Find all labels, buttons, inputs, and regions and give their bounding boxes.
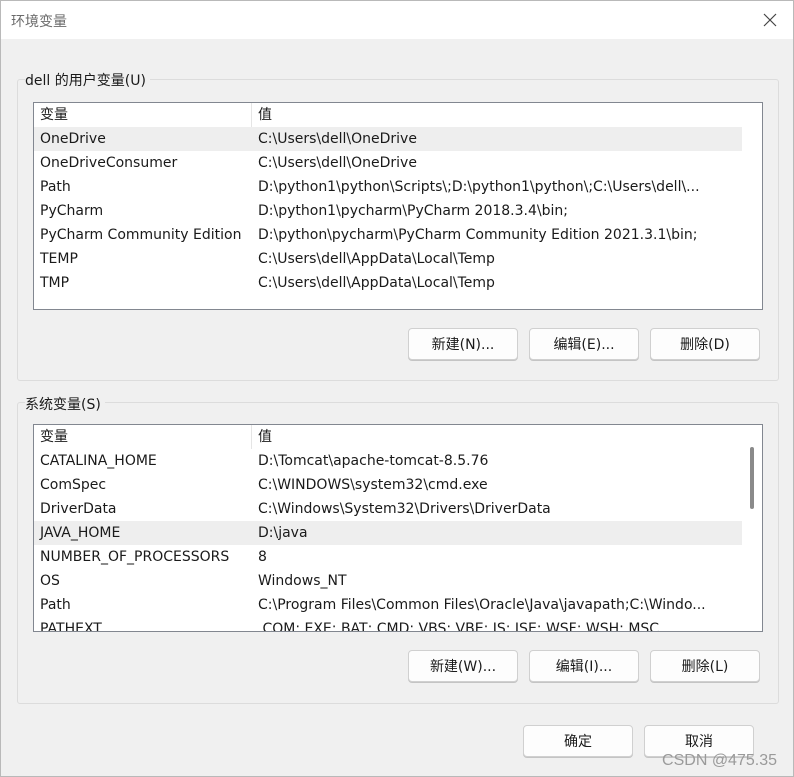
list-item[interactable]: TMP C:\Users\dell\AppData\Local\Temp <box>34 271 742 295</box>
user-variables-list[interactable]: 变量 值 OneDrive C:\Users\dell\OneDrive OneDr… <box>33 102 763 310</box>
ok-button[interactable]: 确定 <box>523 725 633 757</box>
list-item[interactable]: OS Windows_NT <box>34 569 742 593</box>
scroll-thumb[interactable] <box>750 447 754 509</box>
user-delete-button[interactable]: 删除(D) <box>650 328 760 360</box>
variable-value: .COM;.EXE;.BAT;.CMD;.VBS;.VBE;.JS;.JSE;.… <box>258 621 660 632</box>
close-icon <box>763 13 777 27</box>
list-item[interactable]: PyCharm Community Edition D:\python\pycha… <box>34 223 742 247</box>
list-item[interactable]: CATALINA_HOME D:\Tomcat\apache-tomcat-8.5… <box>34 449 742 473</box>
environment-variables-dialog: 环境变量 dell 的用户变量(U) 变量 值 OneDrive C:\Users… <box>0 0 794 777</box>
list-item[interactable]: Path D:\python1\python\Scripts\;D:\python… <box>34 175 742 199</box>
system-new-button[interactable]: 新建(W)... <box>408 650 518 682</box>
variable-name: TMP <box>40 275 70 291</box>
variable-value: C:\WINDOWS\system32\cmd.exe <box>258 477 488 493</box>
variable-value: D:\python1\python\Scripts\;D:\python1\py… <box>258 179 700 195</box>
system-variables-list[interactable]: 变量 值 CATALINA_HOME D:\Tomcat\apache-tomca… <box>33 424 763 632</box>
variable-name: ComSpec <box>40 477 107 493</box>
variable-value: C:\Users\dell\OneDrive <box>258 155 417 171</box>
system-edit-button[interactable]: 编辑(I)... <box>529 650 639 682</box>
header-variable[interactable]: 变量 <box>40 103 68 127</box>
variable-value: C:\Users\dell\AppData\Local\Temp <box>258 275 495 291</box>
list-item[interactable]: JAVA_HOME D:\java <box>34 521 742 545</box>
header-value[interactable]: 值 <box>258 425 272 449</box>
variable-name: Path <box>40 597 71 613</box>
header-variable[interactable]: 变量 <box>40 425 68 449</box>
variable-value: C:\Windows\System32\Drivers\DriverData <box>258 501 551 517</box>
variable-name: OneDriveConsumer <box>40 155 178 171</box>
system-list-scrollbar[interactable] <box>742 425 762 631</box>
list-header: 变量 值 <box>34 425 762 449</box>
variable-value: D:\Tomcat\apache-tomcat-8.5.76 <box>258 453 489 469</box>
system-delete-button[interactable]: 删除(L) <box>650 650 760 682</box>
list-header: 变量 值 <box>34 103 762 127</box>
variable-name: PyCharm Community Edition <box>40 227 242 243</box>
variable-value: C:\Program Files\Common Files\Oracle\Jav… <box>258 597 706 613</box>
list-item[interactable]: DriverData C:\Windows\System32\Drivers\Dr… <box>34 497 742 521</box>
variable-value: D:\java <box>258 525 308 541</box>
variable-name: CATALINA_HOME <box>40 453 157 469</box>
window-title: 环境变量 <box>11 14 67 30</box>
list-item[interactable]: TEMP C:\Users\dell\AppData\Local\Temp <box>34 247 742 271</box>
user-edit-button[interactable]: 编辑(E)... <box>529 328 639 360</box>
variable-value: D:\python1\pycharm\PyCharm 2018.3.4\bin; <box>258 203 568 219</box>
variable-name: PyCharm <box>40 203 104 219</box>
user-list-scrollbar[interactable] <box>742 103 762 309</box>
variable-name: TEMP <box>40 251 78 267</box>
variable-value: C:\Users\dell\AppData\Local\Temp <box>258 251 495 267</box>
list-item[interactable]: PyCharm D:\python1\pycharm\PyCharm 2018.3… <box>34 199 742 223</box>
variable-name: NUMBER_OF_PROCESSORS <box>40 549 230 565</box>
list-item[interactable]: Path C:\Program Files\Common Files\Oracle… <box>34 593 742 617</box>
variable-value: D:\python\pycharm\PyCharm Community Edit… <box>258 227 698 243</box>
header-value[interactable]: 值 <box>258 103 272 127</box>
variable-name: OS <box>40 573 60 589</box>
variable-name: PATHEXT <box>40 621 102 632</box>
list-item[interactable]: PATHEXT .COM;.EXE;.BAT;.CMD;.VBS;.VBE;.JS… <box>34 617 742 632</box>
list-item[interactable]: OneDriveConsumer C:\Users\dell\OneDrive <box>34 151 742 175</box>
watermark: CSDN @475.35 <box>662 752 777 769</box>
variable-value: 8 <box>258 549 267 565</box>
variable-value: C:\Users\dell\OneDrive <box>258 131 417 147</box>
user-new-button[interactable]: 新建(N)... <box>408 328 518 360</box>
list-item[interactable]: OneDrive C:\Users\dell\OneDrive <box>34 127 742 151</box>
list-item[interactable]: ComSpec C:\WINDOWS\system32\cmd.exe <box>34 473 742 497</box>
title-bar: 环境变量 <box>1 1 793 39</box>
variable-name: Path <box>40 179 71 195</box>
user-variables-label: dell 的用户变量(U) <box>25 70 150 90</box>
system-variables-label: 系统变量(S) <box>25 394 105 414</box>
variable-name: JAVA_HOME <box>40 525 121 541</box>
variable-name: DriverData <box>40 501 117 517</box>
variable-name: OneDrive <box>40 131 106 147</box>
list-item[interactable]: NUMBER_OF_PROCESSORS 8 <box>34 545 742 569</box>
variable-value: Windows_NT <box>258 573 347 589</box>
close-button[interactable] <box>747 1 793 39</box>
